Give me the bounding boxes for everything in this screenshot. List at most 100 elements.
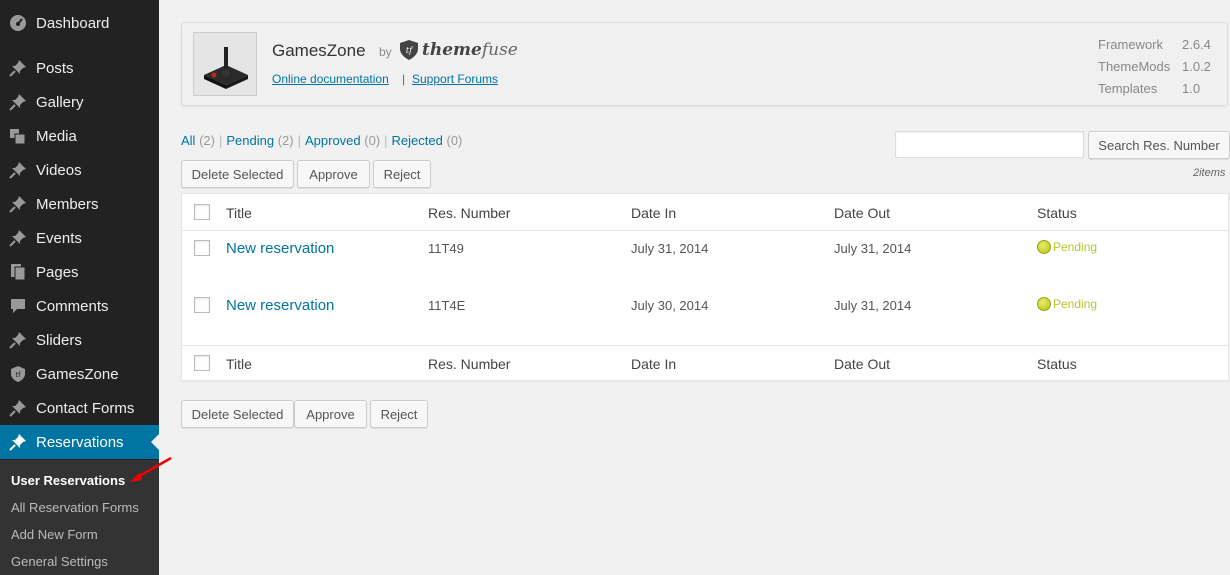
status-filters: All (2) | Pending (2) | Approved (0) | Rejecte… [181, 133, 462, 148]
menu-item-label: Reservations [36, 433, 124, 451]
items-count: 2items [1193, 167, 1226, 179]
theme-name: GamesZone [272, 41, 366, 60]
menu-item-posts[interactable]: Posts [0, 51, 159, 85]
comment-icon [8, 296, 28, 316]
pin-icon [8, 330, 28, 350]
menu-item-members[interactable]: Members [0, 187, 159, 221]
reject-button-bottom[interactable]: Reject [370, 400, 428, 428]
reservation-title-link[interactable]: New reservation [226, 297, 334, 314]
link-separator: | [402, 72, 406, 86]
theme-by-label: by [379, 45, 392, 59]
column-header-title[interactable]: Title [226, 205, 252, 221]
menu-item-contact-forms[interactable]: Contact Forms [0, 391, 159, 425]
column-footer-res-number: Res. Number [428, 356, 511, 372]
select-all-checkbox[interactable] [194, 204, 210, 220]
menu-item-label: Media [36, 127, 77, 145]
dashboard-icon [8, 13, 28, 33]
status-label: Pending [1053, 240, 1098, 254]
search-res-number-button[interactable]: Search Res. Number [1088, 131, 1230, 159]
menu-item-dashboard[interactable]: Dashboard [0, 6, 159, 40]
status-badge: Pending [1037, 240, 1097, 254]
red-arrow-annotation-icon [130, 456, 172, 482]
status-badge: Pending [1037, 297, 1097, 311]
menu-item-label: Comments [36, 297, 109, 315]
menu-item-videos[interactable]: Videos [0, 153, 159, 187]
date-out-cell: July 31, 2014 [834, 298, 912, 313]
support-forums-link[interactable]: Support Forums [412, 72, 498, 86]
theme-thumbnail [193, 32, 257, 96]
menu-item-gameszone[interactable]: tf GamesZone [0, 357, 159, 391]
column-footer-date-out: Date Out [834, 356, 891, 372]
menu-item-label: Pages [36, 263, 79, 281]
theme-info-box: GamesZone by tf themefuse Online documen… [181, 22, 1228, 106]
approve-button-bottom[interactable]: Approve [294, 400, 367, 428]
admin-sidebar: Dashboard Posts Gallery Media Videos Mem… [0, 0, 159, 575]
filter-separator: | [297, 133, 301, 148]
pin-icon [8, 398, 28, 418]
filter-pending[interactable]: Pending [226, 133, 274, 148]
select-all-checkbox-footer[interactable] [194, 355, 210, 371]
filter-pending-count: (2) [277, 133, 294, 148]
themefuse-shield-icon: tf [400, 40, 418, 60]
online-documentation-link[interactable]: Online documentation [272, 72, 389, 86]
submenu-general-settings[interactable]: General Settings [11, 554, 108, 569]
row-checkbox[interactable] [194, 297, 210, 313]
reservation-title-link[interactable]: New reservation [226, 240, 334, 257]
filter-all[interactable]: All [181, 133, 195, 148]
approve-button-top[interactable]: Approve [297, 160, 370, 188]
menu-item-gallery[interactable]: Gallery [0, 85, 159, 119]
column-footer-status: Status [1037, 356, 1077, 372]
menu-item-pages[interactable]: Pages [0, 255, 159, 289]
filter-rejected[interactable]: Rejected [392, 133, 443, 148]
date-out-cell: July 31, 2014 [834, 241, 912, 256]
status-label: Pending [1053, 297, 1098, 311]
menu-item-reservations[interactable]: Reservations [0, 425, 159, 459]
pending-dot-icon [1037, 240, 1051, 254]
res-number-cell: 11T4E [428, 298, 466, 313]
menu-item-events[interactable]: Events [0, 221, 159, 255]
column-footer-date-in: Date In [631, 356, 677, 372]
themefuse-logo: tf themefuse [399, 39, 518, 61]
filter-all-count: (2) [199, 133, 215, 148]
column-footer-title[interactable]: Title [226, 356, 252, 372]
pin-icon [8, 194, 28, 214]
menu-item-label: Contact Forms [36, 399, 135, 417]
thememods-version: 1.0.2 [1182, 59, 1211, 74]
pages-icon [8, 262, 28, 282]
menu-item-label: Dashboard [36, 14, 110, 32]
templates-version: 1.0 [1182, 81, 1201, 96]
menu-item-media[interactable]: Media [0, 119, 159, 153]
reject-button-top[interactable]: Reject [373, 160, 431, 188]
submenu-user-reservations[interactable]: User Reservations [11, 473, 125, 488]
pin-icon [8, 92, 28, 112]
date-in-cell: July 31, 2014 [631, 241, 709, 256]
filter-separator: | [218, 133, 223, 148]
filter-separator: | [384, 133, 388, 148]
submenu-add-new-form[interactable]: Add New Form [11, 527, 98, 542]
pin-icon [8, 160, 28, 180]
submenu-all-reservation-forms[interactable]: All Reservation Forms [11, 500, 139, 515]
filter-rejected-count: (0) [446, 133, 463, 148]
search-reservation-input[interactable] [895, 131, 1084, 158]
row-checkbox[interactable] [194, 240, 210, 256]
menu-item-label: Events [36, 229, 82, 247]
menu-item-comments[interactable]: Comments [0, 289, 159, 323]
column-header-res-number: Res. Number [428, 205, 511, 221]
framework-version: 2.6.4 [1182, 37, 1211, 52]
framework-label: Framework [1098, 37, 1164, 52]
pin-icon [8, 228, 28, 248]
filter-approved-count: (0) [364, 133, 381, 148]
pending-dot-icon [1037, 297, 1051, 311]
menu-item-label: Members [36, 195, 99, 213]
menu-item-sliders[interactable]: Sliders [0, 323, 159, 357]
column-header-status: Status [1037, 205, 1077, 221]
media-icon [8, 126, 28, 146]
menu-item-label: GamesZone [36, 365, 119, 383]
delete-selected-button-top[interactable]: Delete Selected [181, 160, 294, 188]
shield-icon: tf [8, 364, 28, 384]
delete-selected-button-bottom[interactable]: Delete Selected [181, 400, 294, 428]
column-header-date-in: Date In [631, 205, 677, 221]
thememods-label: ThemeMods [1098, 59, 1171, 74]
filter-approved[interactable]: Approved [305, 133, 361, 148]
svg-text:tf: tf [15, 371, 21, 379]
